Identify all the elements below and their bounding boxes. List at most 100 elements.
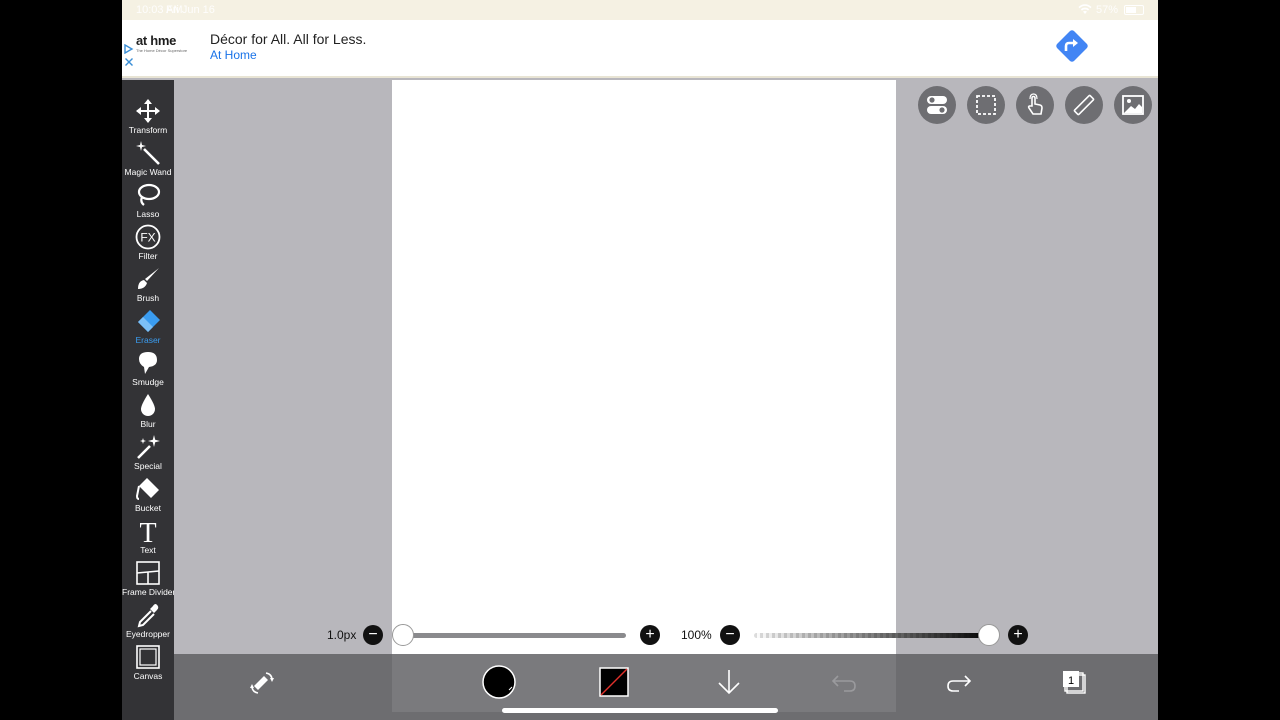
workspace[interactable]	[174, 80, 1158, 654]
tool-label: Special	[134, 461, 162, 471]
secondary-color-icon	[599, 667, 629, 697]
ad-banner[interactable]: at hme The Home Décor Superstore Décor f…	[122, 20, 1158, 78]
status-date: Fri Jun 16	[166, 4, 215, 16]
opacity-label: 100%	[681, 628, 712, 642]
adchoices-area[interactable]	[124, 43, 134, 70]
tool-transform[interactable]: Transform	[122, 98, 174, 140]
touch-icon	[1027, 93, 1043, 115]
tool-blur[interactable]: Blur	[122, 392, 174, 434]
ruler-icon	[1073, 94, 1095, 116]
tool-magic-wand[interactable]: Magic Wand	[122, 140, 174, 182]
battery-icon	[1124, 5, 1144, 15]
tool-brush[interactable]: Brush	[122, 266, 174, 308]
image-button[interactable]	[1114, 86, 1152, 124]
logo-wordmark: at hme	[136, 33, 177, 48]
layers-icon: 1	[1063, 671, 1086, 694]
logo-tagline: The Home Décor Superstore	[136, 48, 188, 53]
ruler-button[interactable]	[1065, 86, 1103, 124]
directions-icon[interactable]	[1052, 26, 1092, 66]
opacity-slider[interactable]	[754, 633, 990, 638]
tool-sidebar: Transform Magic Wand Lasso FX Filter Bru…	[122, 80, 176, 720]
touch-button[interactable]	[1016, 86, 1054, 124]
tool-label: Magic Wand	[124, 167, 172, 177]
selection-button[interactable]	[967, 86, 1005, 124]
opacity-thumb[interactable]	[978, 624, 1000, 646]
text-icon: T	[135, 518, 161, 549]
swap-tools-icon	[250, 672, 274, 694]
tool-label: Canvas	[133, 671, 163, 681]
toggle-button[interactable]	[918, 86, 956, 124]
tool-smudge[interactable]: Smudge	[122, 350, 174, 392]
svg-text:T: T	[139, 518, 156, 544]
brush-size-slider[interactable]	[402, 633, 626, 638]
eyedropper-icon	[135, 602, 161, 628]
tool-bucket[interactable]: Bucket	[122, 476, 174, 518]
tool-frame-divider[interactable]: Frame Divider	[122, 560, 176, 602]
swap-tools-button[interactable]	[244, 664, 280, 700]
undo-button[interactable]	[826, 664, 862, 700]
drawing-canvas[interactable]	[392, 80, 896, 654]
tool-label: Eyedropper	[126, 629, 170, 639]
color-swatch-icon	[482, 665, 516, 699]
opacity-increase-button[interactable]: +	[1008, 625, 1028, 645]
wifi-icon	[1078, 4, 1092, 18]
redo-icon	[947, 675, 972, 692]
tool-label: Text	[140, 545, 156, 555]
bucket-icon	[135, 476, 161, 502]
layers-button[interactable]: 1	[1056, 664, 1092, 700]
brush-icon	[135, 266, 161, 292]
app-window: 10:03 AM Fri Jun 16 57% at hme The Home …	[122, 0, 1158, 720]
status-bar: 10:03 AM Fri Jun 16 57%	[122, 0, 1158, 20]
size-decrease-button[interactable]: −	[363, 625, 383, 645]
sparkle-icon	[135, 434, 161, 460]
frame-divider-icon	[135, 560, 161, 586]
tool-special[interactable]: Special	[122, 434, 174, 476]
tool-label: Lasso	[136, 209, 160, 219]
size-increase-button[interactable]: +	[640, 625, 660, 645]
primary-color-button[interactable]	[481, 664, 517, 700]
tool-label: Blur	[140, 419, 156, 429]
tool-text[interactable]: T Text	[122, 518, 174, 560]
tool-label: Transform	[128, 125, 168, 135]
toggle-icon	[927, 96, 947, 114]
fx-icon: FX	[135, 224, 161, 250]
tool-eyedropper[interactable]: Eyedropper	[122, 602, 174, 644]
smudge-icon	[135, 350, 161, 376]
battery-percent: 57%	[1095, 4, 1118, 16]
lasso-icon	[135, 182, 161, 208]
advertiser-logo[interactable]: at hme The Home Décor Superstore	[136, 33, 188, 63]
download-icon	[718, 670, 740, 695]
opacity-decrease-button[interactable]: −	[720, 625, 740, 645]
ad-headline[interactable]: Décor for All. All for Less.	[210, 31, 366, 47]
svg-text:FX: FX	[140, 231, 155, 245]
tool-filter[interactable]: FX Filter	[122, 224, 174, 266]
brush-size-thumb[interactable]	[392, 624, 414, 646]
tool-label: Eraser	[135, 335, 161, 345]
canvas-overlap	[392, 654, 896, 712]
move-arrows-icon	[135, 98, 161, 124]
selection-icon	[976, 95, 996, 115]
download-button[interactable]	[711, 664, 747, 700]
tool-eraser[interactable]: Eraser	[122, 308, 174, 350]
layers-count: 1	[1068, 675, 1074, 687]
drop-icon	[135, 392, 161, 418]
tool-label: Bucket	[135, 503, 161, 513]
eraser-icon	[135, 308, 161, 334]
ad-advertiser-link[interactable]: At Home	[210, 48, 257, 62]
tool-label: Brush	[136, 293, 160, 303]
canvas-icon	[135, 644, 161, 670]
tool-label: Filter	[138, 251, 158, 261]
secondary-color-button[interactable]	[596, 664, 632, 700]
home-indicator	[502, 708, 778, 713]
close-icon[interactable]	[124, 57, 134, 70]
tool-canvas[interactable]: Canvas	[122, 644, 174, 686]
redo-button[interactable]	[941, 664, 977, 700]
brush-slider-bar: 1.0px − + 100% − +	[174, 618, 1158, 652]
magic-wand-icon	[135, 140, 161, 166]
tool-lasso[interactable]: Lasso	[122, 182, 174, 224]
undo-icon	[831, 675, 856, 692]
image-icon	[1122, 95, 1144, 115]
adchoices-icon[interactable]	[124, 43, 134, 57]
tool-label: Frame Divider	[122, 587, 176, 597]
brush-size-label: 1.0px	[327, 628, 357, 642]
